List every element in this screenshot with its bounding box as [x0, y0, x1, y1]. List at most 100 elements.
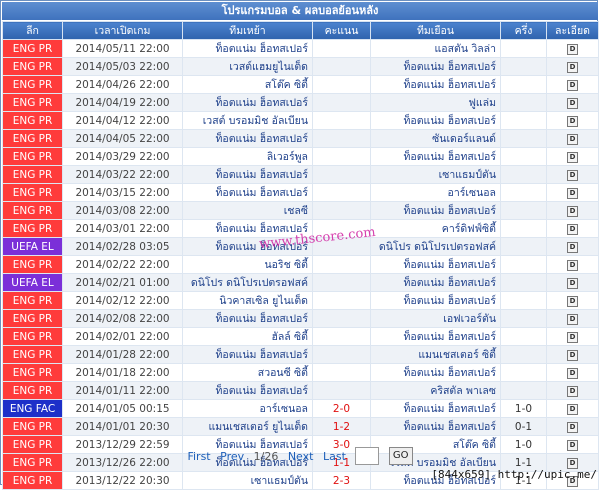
detail-icon[interactable]: D: [567, 368, 578, 379]
home-team-link[interactable]: เวสต์แฮมยูไนเต็ด: [182, 57, 313, 76]
away-team-link[interactable]: ท็อตแน่ม ฮ็อทสเปอร์: [370, 147, 501, 166]
detail-icon[interactable]: D: [567, 386, 578, 397]
detail-icon[interactable]: D: [567, 278, 578, 289]
away-team-link[interactable]: ท็อตแน่ม ฮ็อทสเปอร์: [370, 399, 501, 418]
kickoff-time: 2014/02/08 22:00: [62, 309, 183, 328]
home-team-link[interactable]: สวอนซี ซิตี้: [182, 363, 313, 382]
away-team-link[interactable]: ท็อตแน่ม ฮ็อทสเปอร์: [370, 327, 501, 346]
detail-icon[interactable]: D: [567, 242, 578, 253]
half-time-score: 0-1: [500, 417, 547, 436]
home-team-link[interactable]: ท็อตแน่ม ฮ็อทสเปอร์: [182, 183, 313, 202]
kickoff-time: 2014/05/03 22:00: [62, 57, 183, 76]
home-team-link[interactable]: ท็อตแน่ม ฮ็อทสเปอร์: [182, 165, 313, 184]
away-team-link[interactable]: ฟูแล่ม: [370, 93, 501, 112]
col-time[interactable]: เวลาเปิดเกม: [62, 21, 183, 40]
page-number-input[interactable]: [355, 447, 380, 465]
half-time-score: [500, 93, 547, 112]
kickoff-time: 2014/02/21 01:00: [62, 273, 183, 292]
detail-icon[interactable]: D: [567, 98, 578, 109]
detail-icon[interactable]: D: [567, 224, 578, 235]
away-team-link[interactable]: ท็อตแน่ม ฮ็อทสเปอร์: [370, 273, 501, 292]
league-cell: ENG PR: [2, 309, 63, 328]
go-button[interactable]: GO: [388, 447, 413, 465]
away-team-link[interactable]: ท็อตแน่ม ฮ็อทสเปอร์: [370, 75, 501, 94]
last-page-link[interactable]: Last: [323, 450, 346, 463]
away-team-link[interactable]: แอสตัน วิลล่า: [370, 39, 501, 58]
detail-icon[interactable]: D: [567, 206, 578, 217]
home-team-link[interactable]: ท็อตแน่ม ฮ็อทสเปอร์: [182, 129, 313, 148]
col-half[interactable]: ครึ่ง: [500, 21, 547, 40]
kickoff-time: 2014/03/08 22:00: [62, 201, 183, 220]
home-team-link[interactable]: นอริช ซิตี้: [182, 255, 313, 274]
detail-icon[interactable]: D: [567, 170, 578, 181]
home-team-link[interactable]: นิวคาสเซิล ยูไนเต็ด: [182, 291, 313, 310]
away-team-link[interactable]: คาร์ดิฟฟ์ซิตี้: [370, 219, 501, 238]
home-team-link[interactable]: อาร์เซนอล: [182, 399, 313, 418]
away-team-link[interactable]: เซาแธมป์ตัน: [370, 165, 501, 184]
home-team-link[interactable]: แมนเชสเตอร์ ยูไนเต็ด: [182, 417, 313, 436]
table-row: ENG FAC 2014/01/05 00:15 อาร์เซนอล 2-0 ท็อตแ…: [2, 399, 599, 418]
table-row: ENG PR 2014/04/12 22:00 เวสต์ บรอมมิช อัลเ…: [2, 111, 599, 130]
table-row: ENG PR 2014/04/19 22:00 ท็อตแน่ม ฮ็อทสเปอร…: [2, 93, 599, 112]
home-team-link[interactable]: เชลซี: [182, 201, 313, 220]
col-score[interactable]: คะแนน: [312, 21, 371, 40]
detail-icon[interactable]: D: [567, 62, 578, 73]
league-cell: ENG PR: [2, 165, 63, 184]
home-team-link[interactable]: ลิเวอร์พูล: [182, 147, 313, 166]
detail-icon[interactable]: D: [567, 152, 578, 163]
home-team-link[interactable]: ท็อตแน่ม ฮ็อทสเปอร์: [182, 309, 313, 328]
away-team-link[interactable]: ท็อตแน่ม ฮ็อทสเปอร์: [370, 255, 501, 274]
detail-icon[interactable]: D: [567, 332, 578, 343]
home-team-link[interactable]: ท็อตแน่ม ฮ็อทสเปอร์: [182, 39, 313, 58]
detail-icon[interactable]: D: [567, 80, 578, 91]
detail-icon[interactable]: D: [567, 350, 578, 361]
prev-page-link[interactable]: Prev: [220, 450, 244, 463]
next-page-link[interactable]: Next: [288, 450, 314, 463]
home-team-link[interactable]: ดนิโปร ดนิโปรเปตรอฟสค์: [182, 273, 313, 292]
detail-cell: D: [546, 417, 599, 436]
detail-icon[interactable]: D: [567, 404, 578, 415]
half-time-score: [500, 327, 547, 346]
detail-icon[interactable]: D: [567, 314, 578, 325]
away-team-link[interactable]: ท็อตแน่ม ฮ็อทสเปอร์: [370, 111, 501, 130]
detail-icon[interactable]: D: [567, 422, 578, 433]
away-team-link[interactable]: คริสตัล พาเลซ: [370, 381, 501, 400]
col-away[interactable]: ทีมเยือน: [370, 21, 501, 40]
detail-cell: D: [546, 39, 599, 58]
away-team-link[interactable]: อาร์เซนอล: [370, 183, 501, 202]
detail-icon[interactable]: D: [567, 44, 578, 55]
home-team-link[interactable]: เวสต์ บรอมมิช อัลเบียน: [182, 111, 313, 130]
score-cell: [312, 57, 371, 76]
away-team-link[interactable]: ท็อตแน่ม ฮ็อทสเปอร์: [370, 417, 501, 436]
kickoff-time: 2014/03/22 22:00: [62, 165, 183, 184]
kickoff-time: 2014/02/22 22:00: [62, 255, 183, 274]
away-team-link[interactable]: ซันเดอร์แลนด์: [370, 129, 501, 148]
detail-cell: D: [546, 273, 599, 292]
detail-icon[interactable]: D: [567, 188, 578, 199]
home-team-link[interactable]: ฮัลล์ ซิตี้: [182, 327, 313, 346]
away-team-link[interactable]: เอฟเวอร์ตัน: [370, 309, 501, 328]
home-team-link[interactable]: ท็อตแน่ม ฮ็อทสเปอร์: [182, 345, 313, 364]
score-cell: 2-0: [312, 399, 371, 418]
detail-icon[interactable]: D: [567, 296, 578, 307]
col-league[interactable]: ลีก: [2, 21, 63, 40]
away-team-link[interactable]: แมนเชสเตอร์ ซิตี้: [370, 345, 501, 364]
away-team-link[interactable]: ดนิโปร ดนิโปรเปตรอฟสค์: [370, 237, 501, 256]
away-team-link[interactable]: ท็อตแน่ม ฮ็อทสเปอร์: [370, 291, 501, 310]
league-cell: ENG PR: [2, 147, 63, 166]
league-cell: ENG PR: [2, 219, 63, 238]
away-team-link[interactable]: ท็อตแน่ม ฮ็อทสเปอร์: [370, 57, 501, 76]
detail-icon[interactable]: D: [567, 134, 578, 145]
col-detail[interactable]: ละเอียด: [546, 21, 599, 40]
first-page-link[interactable]: First: [187, 450, 210, 463]
home-team-link[interactable]: ท็อตแน่ม ฮ็อทสเปอร์: [182, 381, 313, 400]
col-home[interactable]: ทีมเหย้า: [182, 21, 313, 40]
league-cell: UEFA EL: [2, 273, 63, 292]
detail-icon[interactable]: D: [567, 260, 578, 271]
away-team-link[interactable]: ท็อตแน่ม ฮ็อทสเปอร์: [370, 363, 501, 382]
home-team-link[interactable]: สโต๊ค ซิตี้: [182, 75, 313, 94]
detail-icon[interactable]: D: [567, 116, 578, 127]
home-team-link[interactable]: ท็อตแน่ม ฮ็อทสเปอร์: [182, 93, 313, 112]
half-time-score: 1-0: [500, 399, 547, 418]
away-team-link[interactable]: ท็อตแน่ม ฮ็อทสเปอร์: [370, 201, 501, 220]
